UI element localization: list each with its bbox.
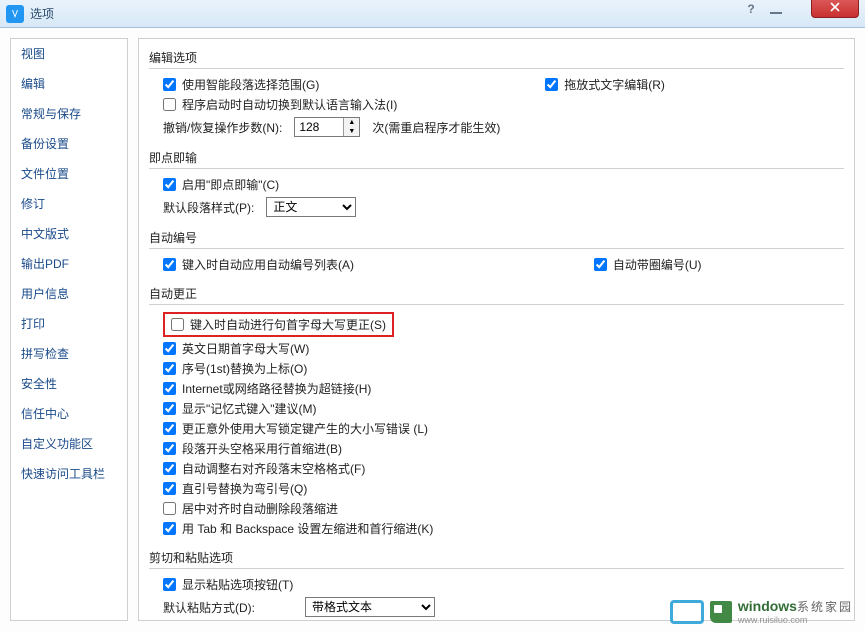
checkbox-drag-edit[interactable] [545, 78, 558, 91]
close-button[interactable] [811, 0, 859, 18]
label-caps-err: 更正意外使用大写锁定键产生的大小写错误 (L) [182, 420, 428, 437]
titlebar: 选项 ? [0, 0, 865, 28]
label-paste-mode: 默认粘贴方式(D): [163, 599, 293, 616]
checkbox-quotes[interactable] [163, 482, 176, 495]
group-title-click: 即点即输 [149, 149, 844, 168]
label-show-paste: 显示粘贴选项按钮(T) [182, 576, 293, 593]
checkbox-url[interactable] [163, 382, 176, 395]
spinner-up-icon[interactable]: ▲ [344, 118, 359, 127]
sidebar-item-user[interactable]: 用户信息 [11, 279, 127, 309]
label-mem: 显示"记忆式键入"建议(M) [182, 400, 317, 417]
checkbox-ord[interactable] [163, 362, 176, 375]
label-smart-para: 使用智能段落选择范围(G) [182, 76, 319, 93]
undo-steps-spinner[interactable]: ▲▼ [294, 117, 360, 137]
sidebar-item-spell[interactable]: 拼写检查 [11, 339, 127, 369]
checkbox-tab-back[interactable] [163, 522, 176, 535]
sidebar-item-qat[interactable]: 快速访问工具栏 [11, 459, 127, 489]
minimize-button[interactable] [763, 2, 789, 20]
label-del-indent: 居中对齐时自动删除段落缩进 [182, 500, 338, 517]
checkbox-show-paste[interactable] [163, 578, 176, 591]
label-auto-number: 键入时自动应用自动编号列表(A) [182, 256, 354, 273]
sidebar-item-general[interactable]: 常规与保存 [11, 99, 127, 129]
group-number: 自动编号 键入时自动应用自动编号列表(A) 自动带圈编号(U) [149, 229, 844, 275]
checkbox-indent[interactable] [163, 442, 176, 455]
label-undo-suffix: 次(需重启程序才能生效) [372, 119, 500, 136]
checkbox-smart-para[interactable] [163, 78, 176, 91]
watermark-badge-icon [670, 600, 704, 624]
checkbox-en-caps[interactable] [163, 342, 176, 355]
select-paste-mode[interactable]: 带格式文本 [305, 597, 435, 617]
sidebar-item-edit[interactable]: 编辑 [11, 69, 127, 99]
sidebar-item-custom-ribbon[interactable]: 自定义功能区 [11, 429, 127, 459]
label-undo-steps: 撤销/恢复操作步数(N): [163, 119, 282, 136]
label-indent: 段落开头空格采用行首缩进(B) [182, 440, 342, 457]
group-title-number: 自动编号 [149, 229, 844, 248]
label-default-style: 默认段落样式(P): [163, 199, 254, 216]
undo-steps-input[interactable] [295, 118, 343, 136]
label-circle-number: 自动带圈编号(U) [613, 256, 702, 273]
label-en-caps: 英文日期首字母大写(W) [182, 340, 309, 357]
group-autocorrect: 自动更正 键入时自动进行句首字母大写更正(S) 英文日期首字母大写(W) 序号(… [149, 285, 844, 539]
group-title-edit: 编辑选项 [149, 49, 844, 68]
sidebar-item-files[interactable]: 文件位置 [11, 159, 127, 189]
label-tab-back: 用 Tab 和 Backspace 设置左缩进和首行缩进(K) [182, 520, 433, 537]
highlight-cap-first: 键入时自动进行句首字母大写更正(S) [163, 312, 394, 337]
group-edit: 编辑选项 使用智能段落选择范围(G) 拖放式文字编辑(R) 程序启动时自动切换到… [149, 49, 844, 139]
checkbox-fmt[interactable] [163, 462, 176, 475]
checkbox-caps-err[interactable] [163, 422, 176, 435]
label-url: Internet或网络路径替换为超链接(H) [182, 380, 371, 397]
checkbox-auto-number[interactable] [163, 258, 176, 271]
app-icon [6, 5, 24, 23]
help-button[interactable]: ? [743, 2, 759, 20]
sidebar-item-print[interactable]: 打印 [11, 309, 127, 339]
sidebar-item-view[interactable]: 视图 [11, 39, 127, 69]
content-panel: 编辑选项 使用智能段落选择范围(G) 拖放式文字编辑(R) 程序启动时自动切换到… [138, 38, 855, 621]
sidebar-item-pdf[interactable]: 输出PDF [11, 249, 127, 279]
sidebar-item-trust[interactable]: 信任中心 [11, 399, 127, 429]
label-drag-edit: 拖放式文字编辑(R) [564, 76, 665, 93]
checkbox-mem[interactable] [163, 402, 176, 415]
sidebar-item-cn-layout[interactable]: 中文版式 [11, 219, 127, 249]
windows-flag-icon [710, 601, 732, 623]
group-click: 即点即输 启用"即点即输"(C) 默认段落样式(P): 正文 [149, 149, 844, 219]
checkbox-enable-click[interactable] [163, 178, 176, 191]
label-fmt: 自动调整右对齐段落末空格格式(F) [182, 460, 365, 477]
sidebar-item-security[interactable]: 安全性 [11, 369, 127, 399]
spinner-down-icon[interactable]: ▼ [344, 127, 359, 136]
label-auto-ime: 程序启动时自动切换到默认语言输入法(I) [182, 96, 397, 113]
checkbox-circle-number[interactable] [594, 258, 607, 271]
checkbox-del-indent[interactable] [163, 502, 176, 515]
group-title-autocorrect: 自动更正 [149, 285, 844, 304]
checkbox-cap-first[interactable] [171, 318, 184, 331]
sidebar-item-backup[interactable]: 备份设置 [11, 129, 127, 159]
sidebar-item-revision[interactable]: 修订 [11, 189, 127, 219]
group-title-paste: 剪切和粘贴选项 [149, 549, 844, 568]
label-ord: 序号(1st)替换为上标(O) [182, 360, 307, 377]
checkbox-auto-ime[interactable] [163, 98, 176, 111]
label-enable-click: 启用"即点即输"(C) [182, 176, 279, 193]
watermark-text: windows系统家园 www.ruisiluo.com [738, 598, 853, 625]
label-cap-first: 键入时自动进行句首字母大写更正(S) [190, 316, 386, 333]
sidebar: 视图 编辑 常规与保存 备份设置 文件位置 修订 中文版式 输出PDF 用户信息… [10, 38, 128, 621]
label-quotes: 直引号替换为弯引号(Q) [182, 480, 307, 497]
watermark: windows系统家园 www.ruisiluo.com [670, 598, 853, 625]
window-title: 选项 [30, 5, 54, 22]
select-default-style[interactable]: 正文 [266, 197, 356, 217]
